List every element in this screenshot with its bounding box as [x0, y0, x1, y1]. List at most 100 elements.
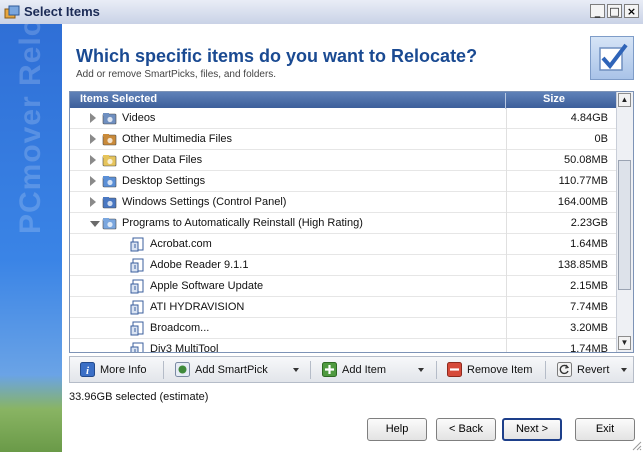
toolbar-divider: [545, 361, 546, 379]
toolbar-divider: [436, 361, 437, 379]
table-row[interactable]: Adobe Reader 9.1.1 138.85MB: [70, 255, 618, 276]
add-item-label: Add Item: [342, 364, 387, 376]
remove-item-label: Remove Item: [467, 364, 533, 376]
more-info-button[interactable]: i More Info: [76, 360, 156, 380]
scroll-up-icon[interactable]: ▲: [618, 93, 631, 107]
item-size: 4.84GB: [570, 112, 608, 124]
chevron-down-icon[interactable]: [293, 368, 299, 372]
wizard-header: Which specific items do you want to Relo…: [62, 24, 643, 90]
window-title: Select Items: [24, 4, 100, 19]
item-size: 110.77MB: [558, 175, 608, 187]
remove-item-button[interactable]: Remove Item: [443, 360, 539, 380]
item-size: 2.23GB: [570, 217, 608, 229]
selection-status: 33.96GB selected (estimate): [69, 391, 209, 403]
multimedia-icon: [102, 134, 117, 146]
minus-icon: [447, 362, 462, 377]
item-name-cell: Broadcom...: [70, 318, 507, 339]
programs-icon: [102, 218, 117, 230]
table-row[interactable]: Programs to Automatically Reinstall (Hig…: [70, 213, 618, 234]
back-button[interactable]: < Back: [436, 418, 496, 441]
smartpick-icon: [175, 362, 190, 377]
desktop-settings-icon: [102, 176, 117, 188]
chevron-down-icon[interactable]: [621, 368, 627, 372]
expand-open-icon[interactable]: [90, 221, 100, 227]
maximize-button[interactable]: □: [607, 4, 622, 18]
minimize-button[interactable]: _: [590, 4, 605, 18]
resize-grip-icon[interactable]: [630, 439, 642, 451]
item-size: 1.74MB: [570, 343, 608, 353]
item-size: 164.00MB: [557, 196, 608, 208]
table-row[interactable]: Apple Software Update 2.15MB: [70, 276, 618, 297]
item-name-cell: Windows Settings (Control Panel): [70, 192, 507, 213]
program-icon: [130, 321, 144, 336]
item-size: 2.15MB: [570, 280, 608, 292]
item-size: 50.08MB: [563, 154, 608, 166]
item-name-cell: Programs to Automatically Reinstall (Hig…: [70, 213, 507, 234]
app-icon: [4, 5, 20, 19]
item-label: Acrobat.com: [150, 238, 212, 250]
chevron-down-icon[interactable]: [418, 368, 424, 372]
program-icon: [130, 237, 144, 252]
add-smartpick-label: Add SmartPick: [195, 364, 268, 376]
item-label: Div3 MultiTool: [150, 343, 219, 353]
vertical-scrollbar[interactable]: ▲ ▼: [616, 92, 633, 352]
item-size: 138.85MB: [557, 259, 608, 271]
revert-label: Revert: [577, 364, 610, 376]
expand-closed-icon[interactable]: [90, 113, 96, 123]
item-name-cell: ATI HYDRAVISION: [70, 297, 507, 318]
table-row[interactable]: Windows Settings (Control Panel) 164.00MB: [70, 192, 618, 213]
data-folder-icon: [102, 155, 117, 167]
video-folder-icon: [102, 113, 117, 125]
scroll-thumb[interactable]: [618, 160, 631, 290]
toolbar-divider: [163, 361, 164, 379]
expand-closed-icon[interactable]: [90, 176, 96, 186]
item-name-cell: Other Multimedia Files: [70, 129, 507, 150]
item-name-cell: Other Data Files: [70, 150, 507, 171]
table-row[interactable]: Other Data Files 50.08MB: [70, 150, 618, 171]
next-button[interactable]: Next >: [502, 418, 562, 441]
item-size: 7.74MB: [570, 301, 608, 313]
item-label: Videos: [122, 112, 156, 124]
program-icon: [130, 300, 144, 315]
program-icon: [130, 342, 144, 352]
page-title: Which specific items do you want to Relo…: [76, 46, 478, 66]
table-row[interactable]: Other Multimedia Files 0B: [70, 129, 618, 150]
column-header-size[interactable]: Size: [505, 93, 565, 109]
plus-icon: [322, 362, 337, 377]
expand-closed-icon[interactable]: [90, 197, 96, 207]
item-label: Apple Software Update: [150, 280, 264, 292]
item-label: Broadcom...: [150, 322, 210, 334]
revert-button[interactable]: Revert: [553, 360, 631, 380]
add-smartpick-button[interactable]: Add SmartPick: [171, 360, 303, 380]
column-header-items[interactable]: Items Selected: [80, 93, 157, 105]
toolbar-divider: [310, 361, 311, 379]
item-label: ATI HYDRAVISION: [150, 301, 245, 313]
table-row[interactable]: Videos 4.84GB: [70, 108, 618, 129]
item-label: Other Data Files: [122, 154, 203, 166]
help-button[interactable]: Help: [367, 418, 427, 441]
close-button[interactable]: ×: [624, 4, 639, 18]
expand-closed-icon[interactable]: [90, 155, 96, 165]
table-row[interactable]: Acrobat.com 1.64MB: [70, 234, 618, 255]
items-table[interactable]: Items Selected Size Videos 4.84GB Other Mu…: [69, 91, 634, 353]
item-name-cell: Div3 MultiTool: [70, 339, 507, 353]
item-name-cell: Adobe Reader 9.1.1: [70, 255, 507, 276]
program-icon: [130, 258, 144, 273]
sidebar-banner: PCmover Relocator: [0, 24, 62, 452]
table-row[interactable]: Div3 MultiTool 1.74MB: [70, 339, 618, 353]
table-row[interactable]: Desktop Settings 110.77MB: [70, 171, 618, 192]
expand-closed-icon[interactable]: [90, 134, 96, 144]
item-label: Adobe Reader 9.1.1: [150, 259, 249, 271]
add-item-button[interactable]: Add Item: [318, 360, 430, 380]
scroll-down-icon[interactable]: ▼: [618, 336, 631, 350]
table-row[interactable]: ATI HYDRAVISION 7.74MB: [70, 297, 618, 318]
table-row[interactable]: Broadcom... 3.20MB: [70, 318, 618, 339]
item-size: 3.20MB: [570, 322, 608, 334]
page-subtitle: Add or remove SmartPicks, files, and fol…: [76, 69, 277, 80]
item-size: 1.64MB: [570, 238, 608, 250]
item-label: Programs to Automatically Reinstall (Hig…: [122, 217, 363, 229]
program-icon: [130, 279, 144, 294]
items-toolbar: i More Info Add SmartPick Add Item Remov…: [69, 356, 634, 383]
item-size: 0B: [594, 133, 608, 145]
exit-button[interactable]: Exit: [575, 418, 635, 441]
